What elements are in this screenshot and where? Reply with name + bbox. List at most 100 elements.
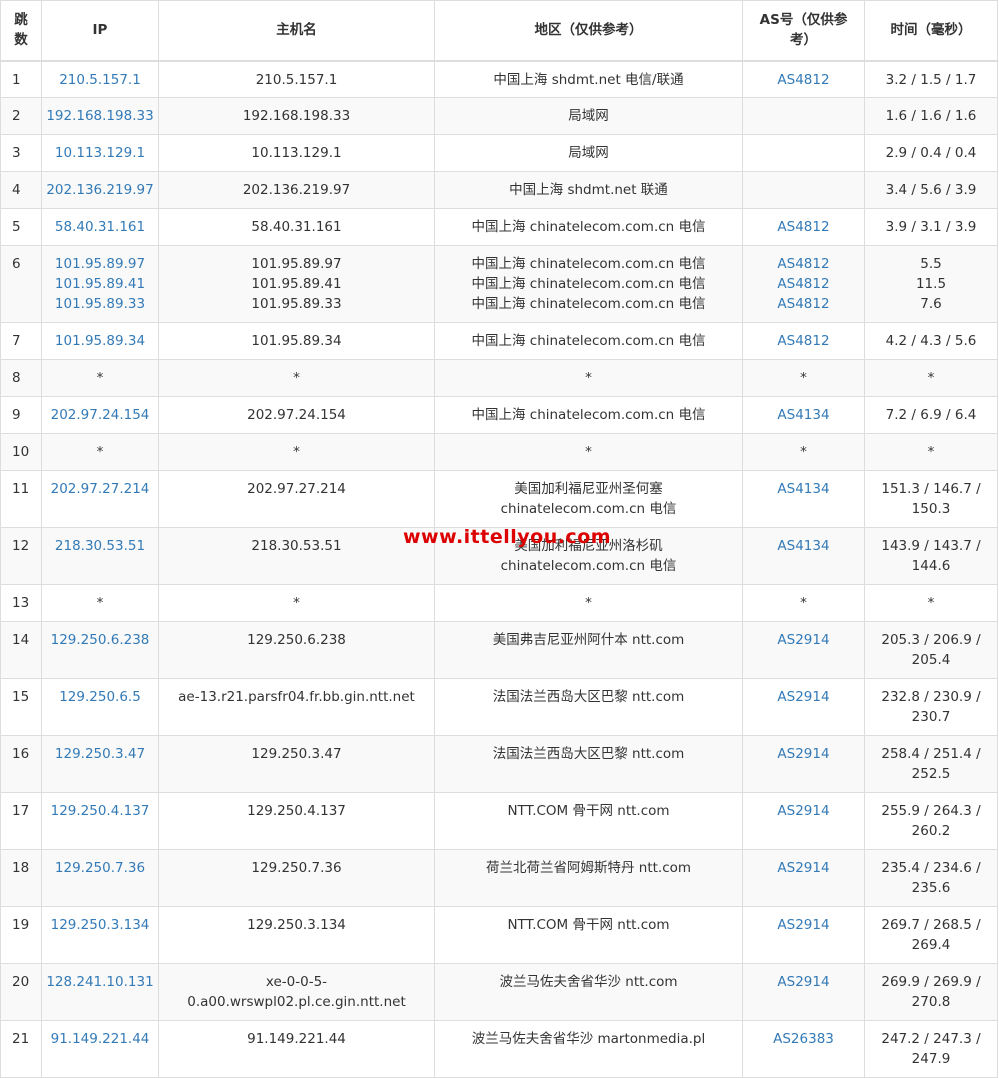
ip-cell: 202.97.24.154 — [41, 396, 159, 434]
ip-link[interactable]: 101.95.89.34 — [46, 331, 154, 351]
location-cell: 局域网 — [434, 97, 743, 135]
ip-cell: 129.250.3.47 — [41, 735, 159, 793]
ip-link[interactable]: 101.95.89.33 — [46, 294, 154, 314]
as-link[interactable]: AS2914 — [747, 858, 860, 878]
table-row: 4 202.136.219.97 202.136.219.97 中国上海 shdmt.… — [0, 171, 998, 209]
ip-link[interactable]: 210.5.157.1 — [46, 70, 154, 90]
as-link[interactable]: AS2914 — [747, 744, 860, 764]
ip-cell: 91.149.221.44 — [41, 1020, 159, 1078]
ip-link[interactable]: 58.40.31.161 — [46, 217, 154, 237]
ip-link[interactable]: 101.95.89.41 — [46, 274, 154, 294]
header-time: 时间（毫秒） — [864, 0, 998, 62]
time-text: 235.4 / 234.6 / — [881, 860, 981, 876]
as-link[interactable]: AS4812 — [747, 217, 860, 237]
location-text: 法国法兰西岛大区巴黎 ntt.com — [492, 746, 685, 762]
hop-number: 1 — [0, 60, 42, 98]
location-text: 局域网 — [568, 145, 609, 161]
table-row: 17 129.250.4.137 129.250.4.137 NTT.COM 骨干网 … — [0, 792, 998, 850]
ip-link[interactable]: 10.113.129.1 — [46, 143, 154, 163]
ip-link[interactable]: 91.149.221.44 — [46, 1029, 154, 1049]
hostname-cell: ae-13.r21.parsfr04.fr.bb.gin.ntt.net — [158, 678, 435, 736]
table-row: 2 192.168.198.33 192.168.198.33 局域网 1.6 / 1.… — [0, 97, 998, 135]
ip-link[interactable]: 129.250.3.134 — [46, 915, 154, 935]
location-cell: NTT.COM 骨干网 ntt.com — [434, 792, 743, 850]
hostname-cell: 218.30.53.51 — [158, 527, 435, 585]
hostname-cell: 202.97.27.214 — [158, 470, 435, 528]
hostname-text: 101.95.89.33 — [251, 296, 342, 312]
location-cell: 法国法兰西岛大区巴黎 ntt.com — [434, 678, 743, 736]
hostname-text: * — [293, 444, 300, 460]
table-row: 11 202.97.27.214 202.97.27.214 美国加利福尼亚州圣何塞 c… — [0, 470, 998, 528]
as-link[interactable]: AS4812 — [747, 70, 860, 90]
as-link[interactable]: AS2914 — [747, 630, 860, 650]
as-link[interactable]: AS2914 — [747, 915, 860, 935]
location-text: * — [585, 444, 592, 460]
as-link[interactable]: AS4812 — [747, 254, 860, 274]
ip-link[interactable]: 129.250.4.137 — [46, 801, 154, 821]
ip-link[interactable]: 129.250.6.238 — [46, 630, 154, 650]
hostname-cell: 210.5.157.1 — [158, 60, 435, 98]
location-text: 波兰马佐夫舍省华沙 ntt.com — [499, 974, 678, 990]
time-text: 143.9 / 143.7 / — [881, 538, 981, 554]
as-link[interactable]: AS4812 — [747, 331, 860, 351]
as-link[interactable]: AS4134 — [747, 405, 860, 425]
ip-cell: 129.250.7.36 — [41, 849, 159, 907]
as-link[interactable]: AS2914 — [747, 801, 860, 821]
as-link[interactable]: AS4812 — [747, 274, 860, 294]
location-text: 中国上海 chinatelecom.com.cn 电信 — [471, 276, 706, 292]
hostname-cell: 129.250.7.36 — [158, 849, 435, 907]
as-cell: AS2914 — [742, 621, 865, 679]
hop-number: 8 — [0, 359, 42, 397]
hostname-text: 91.149.221.44 — [247, 1031, 346, 1047]
ip-link[interactable]: 192.168.198.33 — [46, 106, 154, 126]
ip-link[interactable]: 202.136.219.97 — [46, 180, 154, 200]
location-text: 中国上海 chinatelecom.com.cn 电信 — [471, 256, 706, 272]
location-cell: 美国加利福尼亚州圣何塞 chinatelecom.com.cn 电信 — [434, 470, 743, 528]
hop-number: 21 — [0, 1020, 42, 1078]
hostname-cell: 10.113.129.1 — [158, 134, 435, 172]
time-text: 2.9 / 0.4 / 0.4 — [885, 145, 977, 161]
hostname-text: 129.250.3.47 — [251, 746, 342, 762]
location-text: NTT.COM 骨干网 ntt.com — [507, 803, 670, 819]
ip-link[interactable]: 101.95.89.97 — [46, 254, 154, 274]
ip-link[interactable]: 129.250.3.47 — [46, 744, 154, 764]
ip-link[interactable]: 218.30.53.51 — [46, 536, 154, 556]
as-cell: AS2914 — [742, 792, 865, 850]
hostname-text: * — [293, 595, 300, 611]
time-cell: 3.2 / 1.5 / 1.7 — [864, 60, 998, 98]
as-link[interactable]: AS2914 — [747, 687, 860, 707]
ip-link[interactable]: 129.250.7.36 — [46, 858, 154, 878]
hop-number: 6 — [0, 245, 42, 323]
ip-link[interactable]: 202.97.24.154 — [46, 405, 154, 425]
time-text: 252.5 — [911, 766, 951, 782]
as-link[interactable]: AS2914 — [747, 972, 860, 992]
time-cell: 7.2 / 6.9 / 6.4 — [864, 396, 998, 434]
table-row: 19 129.250.3.134 129.250.3.134 NTT.COM 骨干网 … — [0, 906, 998, 964]
hostname-text: ae-13.r21.parsfr04.fr.bb.gin.ntt.net — [178, 689, 415, 705]
as-link[interactable]: AS26383 — [747, 1029, 860, 1049]
ip-link[interactable]: 128.241.10.131 — [46, 972, 154, 992]
location-cell: 波兰马佐夫舍省华沙 martonmedia.pl — [434, 1020, 743, 1078]
ip-link[interactable]: 129.250.6.5 — [46, 687, 154, 707]
ip-link[interactable]: 202.97.27.214 — [46, 479, 154, 499]
time-text: 205.4 — [911, 652, 951, 668]
time-cell: 3.9 / 3.1 / 3.9 — [864, 208, 998, 246]
table-row: 3 10.113.129.1 10.113.129.1 局域网 2.9 / 0.4 / … — [0, 134, 998, 172]
as-link[interactable]: AS4134 — [747, 479, 860, 499]
header-location: 地区（仅供参考） — [434, 0, 743, 62]
location-text: 美国加利福尼亚州圣何塞 — [514, 481, 663, 497]
table-row: 7 101.95.89.34 101.95.89.34 中国上海 chinatelec… — [0, 322, 998, 360]
as-link[interactable]: AS4812 — [747, 294, 860, 314]
time-text: * — [927, 595, 935, 611]
time-cell: 4.2 / 4.3 / 5.6 — [864, 322, 998, 360]
table-row: 15 129.250.6.5 ae-13.r21.parsfr04.fr.bb.gi… — [0, 678, 998, 736]
location-text: 中国上海 shdmt.net 电信/联通 — [493, 71, 684, 88]
as-text: * — [800, 370, 807, 386]
hop-number: 9 — [0, 396, 42, 434]
hop-number: 4 — [0, 171, 42, 209]
as-cell: AS4812 — [742, 60, 865, 98]
location-text: 中国上海 shdmt.net 联通 — [509, 182, 668, 198]
ip-cell: 202.97.27.214 — [41, 470, 159, 528]
as-link[interactable]: AS4134 — [747, 536, 860, 556]
table-row: 1 210.5.157.1 210.5.157.1 中国上海 shdmt.net 电信… — [0, 60, 998, 98]
